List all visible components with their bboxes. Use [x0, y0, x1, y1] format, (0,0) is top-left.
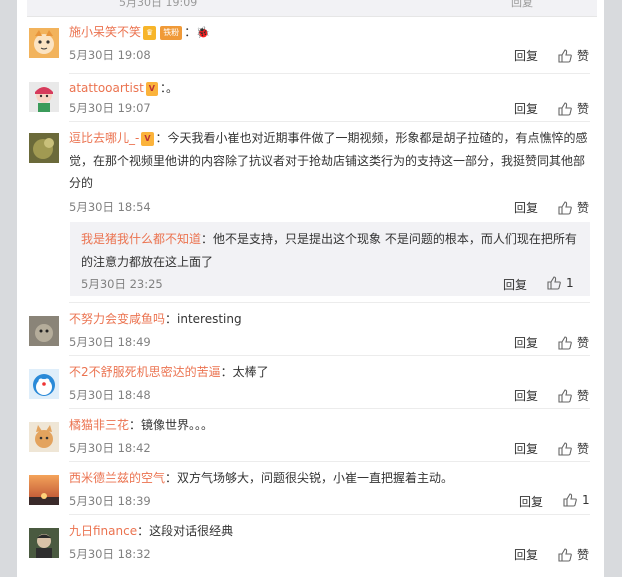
comment-body: ：interesting: [165, 312, 242, 326]
username-link[interactable]: 九日finance: [69, 524, 137, 538]
username-link[interactable]: 逗比去哪儿_-: [69, 131, 139, 145]
like-label: 赞: [577, 442, 590, 456]
username-link[interactable]: 我是猪我什么都不知道: [81, 232, 201, 246]
comment-time: 5月30日 19:09: [119, 0, 198, 9]
divider: [69, 302, 590, 303]
comment-text: 不努力会变咸鱼吗：interesting: [69, 308, 588, 331]
like-label: 赞: [577, 201, 590, 215]
comment-body: ：: [184, 25, 197, 39]
vip-badge: V: [141, 131, 154, 146]
username-link[interactable]: 不2不舒服死机思密达的苦逼: [69, 365, 221, 379]
avatar[interactable]: [29, 475, 59, 505]
username-link[interactable]: 橘猫非三花: [69, 418, 129, 432]
reply-button[interactable]: 回复: [519, 493, 543, 510]
avatar[interactable]: [29, 316, 59, 346]
comment-time: 5月30日 18:32: [69, 547, 151, 561]
thumbs-up-icon: [558, 49, 572, 63]
thumbs-up-icon: [547, 276, 561, 290]
avatar[interactable]: [29, 133, 59, 163]
member-crown-icon: ♛: [143, 25, 157, 40]
like-label: 赞: [577, 49, 590, 63]
comment-time: 5月30日 18:39: [69, 494, 151, 508]
vip-badge: V: [145, 81, 158, 96]
previous-comment-fragment: 5月30日 19:09 回复: [27, 0, 597, 17]
avatar[interactable]: [29, 82, 59, 112]
like-button[interactable]: 1: [547, 276, 574, 290]
like-label: 赞: [577, 336, 590, 350]
comment-text: 施小呆笑不笑 ♛ 铁粉 ：🐞: [69, 21, 588, 45]
comment-body: ：双方气场够大，问题很尖锐，小崔一直把握着主动。: [165, 471, 454, 485]
comment-time: 5月30日 19:07: [69, 101, 151, 115]
like-button[interactable]: 赞: [558, 440, 589, 457]
reply-button[interactable]: 回复: [514, 387, 538, 404]
reply-button[interactable]: 回复: [514, 100, 538, 117]
divider: [69, 121, 590, 122]
like-button[interactable]: 赞: [558, 387, 589, 404]
like-count: 1: [566, 276, 574, 290]
like-button[interactable]: 赞: [558, 546, 589, 563]
comment-text: 九日finance：这段对话很经典: [69, 520, 588, 543]
reply-button[interactable]: 回复: [503, 276, 527, 293]
avatar[interactable]: [29, 528, 59, 558]
comment-time: 5月30日 18:49: [69, 335, 151, 349]
divider: [69, 73, 590, 74]
like-label: 赞: [577, 389, 590, 403]
reply-button[interactable]: 回复: [514, 334, 538, 351]
like-button[interactable]: 赞: [558, 334, 589, 351]
thumbs-up-icon: [558, 102, 572, 116]
reply-button[interactable]: 回复: [514, 546, 538, 563]
divider: [69, 461, 590, 462]
comment-time: 5月30日 18:42: [69, 441, 151, 455]
comment-time: 5月30日 18:54: [69, 200, 151, 214]
reply-button[interactable]: 回复: [514, 440, 538, 457]
comment-time: 5月30日 18:48: [69, 388, 151, 402]
bug-emoji-icon: 🐞: [196, 26, 210, 39]
thumbs-up-icon: [563, 493, 577, 507]
avatar[interactable]: [29, 422, 59, 452]
comment-text: 西米德兰兹的空气：双方气场够大，问题很尖锐，小崔一直把握着主动。: [69, 467, 588, 490]
comment-text: atattooartist V：。: [69, 77, 588, 100]
divider: [69, 514, 590, 515]
reply-button[interactable]: 回复: [514, 199, 538, 216]
username-link[interactable]: 施小呆笑不笑: [69, 25, 141, 39]
like-label: 赞: [577, 102, 590, 116]
comment-time: 5月30日 19:08: [69, 48, 151, 62]
divider: [69, 355, 590, 356]
thumbs-up-icon: [558, 336, 572, 350]
like-button[interactable]: 赞: [558, 199, 589, 216]
comment-body: ：。: [160, 81, 179, 95]
comment-panel: 5月30日 19:09 回复 施小呆笑不笑 ♛ 铁粉 ：🐞 5月30日 19:08 回…: [17, 0, 604, 577]
comment-text: 不2不舒服死机思密达的苦逼：太棒了: [69, 361, 588, 384]
reply-button[interactable]: 回复: [514, 47, 538, 64]
comment-text: 我是猪我什么都不知道：他不是支持，只是提出这个现象 不是问题的根本，而人们现在把…: [81, 228, 580, 273]
fan-badge: 铁粉: [160, 25, 183, 40]
like-button[interactable]: 1: [563, 493, 590, 507]
avatar[interactable]: [29, 369, 59, 399]
username-link[interactable]: 西米德兰兹的空气: [69, 471, 165, 485]
username-link[interactable]: atattooartist: [69, 81, 144, 95]
reply-button[interactable]: 回复: [511, 0, 533, 10]
like-button[interactable]: 赞: [558, 47, 589, 64]
like-button[interactable]: 赞: [558, 100, 589, 117]
username-link[interactable]: 不努力会变咸鱼吗: [69, 312, 165, 326]
comment-time: 5月30日 23:25: [81, 277, 163, 291]
comment-text: 橘猫非三花：镜像世界。。。: [69, 414, 588, 437]
comment-body: ：太棒了: [220, 365, 269, 379]
divider: [69, 408, 590, 409]
comment-text: 逗比去哪儿_- V ：今天我看小崔也对近期事件做了一期视频，形象都是胡子拉碴的，有点…: [69, 127, 588, 195]
thumbs-up-icon: [558, 442, 572, 456]
thumbs-up-icon: [558, 389, 572, 403]
comment-body: ：镜像世界。。。: [129, 418, 214, 432]
sub-reply-box: 我是猪我什么都不知道：他不是支持，只是提出这个现象 不是问题的根本，而人们现在把…: [70, 222, 590, 296]
thumbs-up-icon: [558, 201, 572, 215]
thumbs-up-icon: [558, 548, 572, 562]
like-count: 1: [582, 493, 590, 507]
comment-body: ：这段对话很经典: [137, 524, 234, 538]
like-label: 赞: [577, 548, 590, 562]
avatar[interactable]: [29, 28, 59, 58]
